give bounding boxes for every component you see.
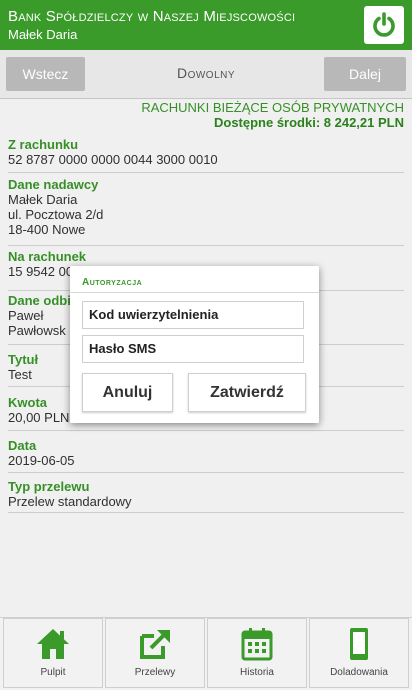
power-icon [373,12,395,37]
home-icon [37,629,69,659]
toolbar: Wstecz Dowolny Dalej [0,50,412,99]
user-name: Małek Daria [8,27,78,42]
app-header: Bank Spółdzielczy w Naszej Miejscowości … [0,0,412,50]
logout-button[interactable] [364,6,404,44]
cancel-button[interactable]: Anuluj [82,373,173,412]
calendar-icon [241,628,273,661]
bank-name: Bank Spółdzielczy w Naszej Miejscowości [8,8,296,25]
nav-label: Historia [240,667,274,678]
nav-item-historia[interactable]: Historia [207,618,307,688]
sms-password-input[interactable]: Hasło SMS [82,335,304,363]
nav-label: Doladowania [330,667,388,678]
confirm-button[interactable]: Zatwierdź [188,373,306,412]
phone-icon [350,628,368,660]
auth-code-input[interactable]: Kod uwierzytelnienia [82,301,304,329]
authorization-dialog: Autoryzacja Kod uwierzytelnienia Hasło S… [70,266,319,423]
next-button[interactable]: Dalej [324,57,406,91]
nav-label: Pulpit [40,667,66,678]
nav-item-przelewy[interactable]: Przelewy [105,618,205,688]
transfer-icon [140,630,170,659]
dialog-divider [70,292,319,293]
nav-item-pulpit[interactable]: Pulpit [3,618,103,688]
bottom-nav: Pulpit Przelewy Historia Doladowania [0,617,412,690]
nav-item-doladowania[interactable]: Doladowania [309,618,409,688]
dialog-title: Autoryzacja [82,277,143,288]
nav-label: Przelewy [134,667,176,678]
